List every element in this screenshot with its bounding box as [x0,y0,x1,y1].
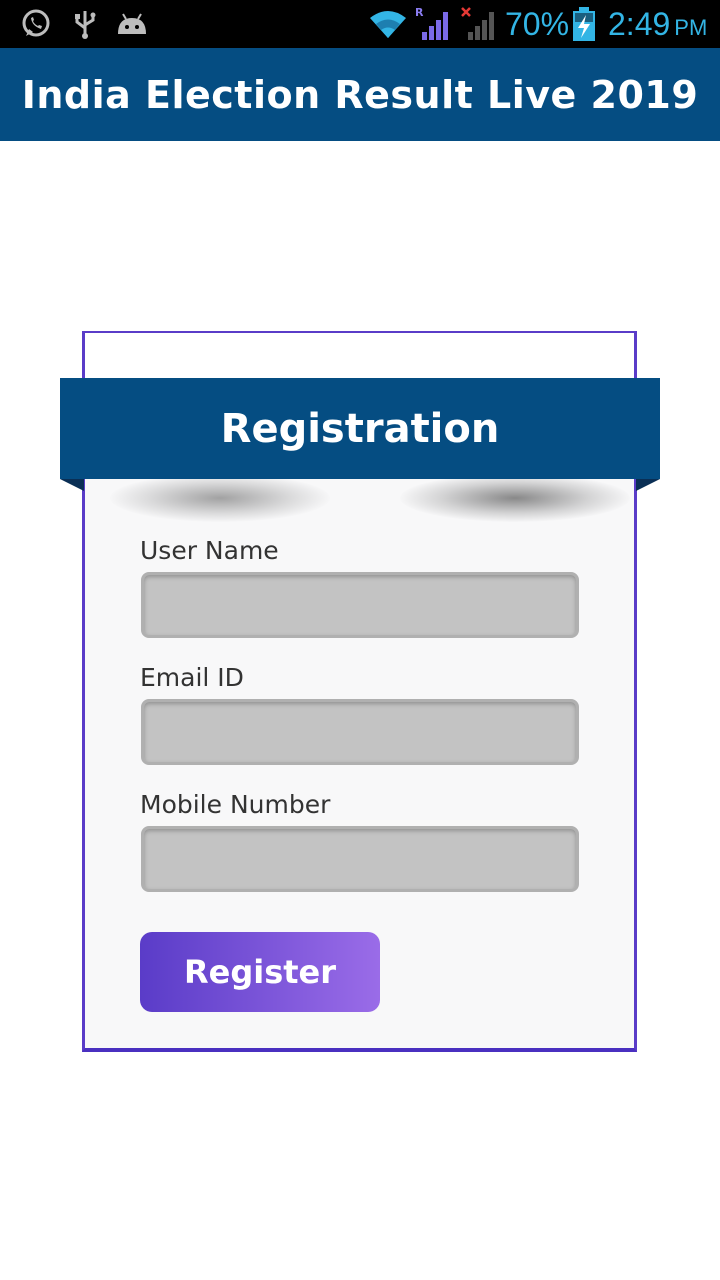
clock: 2:49 PM [608,0,707,48]
mobile-number-input[interactable] [141,826,579,892]
user-name-input[interactable] [141,572,579,638]
registration-ribbon: Registration [60,378,660,479]
clock-time: 2:49 [608,5,671,42]
ribbon-shadow-right [400,474,630,522]
app-bar: India Election Result Live 2019 [0,48,720,141]
ribbon-fold-left [60,479,84,491]
app-title: India Election Result Live 2019 [21,72,699,117]
svg-text:R: R [415,6,424,19]
usb-icon [72,0,98,48]
status-bar: R 70% 2:49 PM [0,0,720,48]
email-id-input[interactable] [141,699,579,765]
card-header-background [85,333,634,379]
android-debug-icon [116,0,148,48]
ribbon-fold-right [636,479,660,491]
email-id-label: Email ID [140,663,244,692]
user-name-label: User Name [140,536,279,565]
ribbon-shadow-left [110,474,330,522]
signal-no-service-icon [460,0,498,48]
form-title: Registration [220,405,500,452]
mobile-number-label: Mobile Number [140,790,331,819]
battery-percent: 70% [505,5,570,42]
signal-roaming-icon: R [414,0,452,48]
wifi-icon [368,0,408,48]
register-button[interactable]: Register [140,932,380,1012]
clock-ampm: PM [674,15,708,40]
battery-charging-icon [572,0,596,48]
whatsapp-icon [20,0,52,48]
